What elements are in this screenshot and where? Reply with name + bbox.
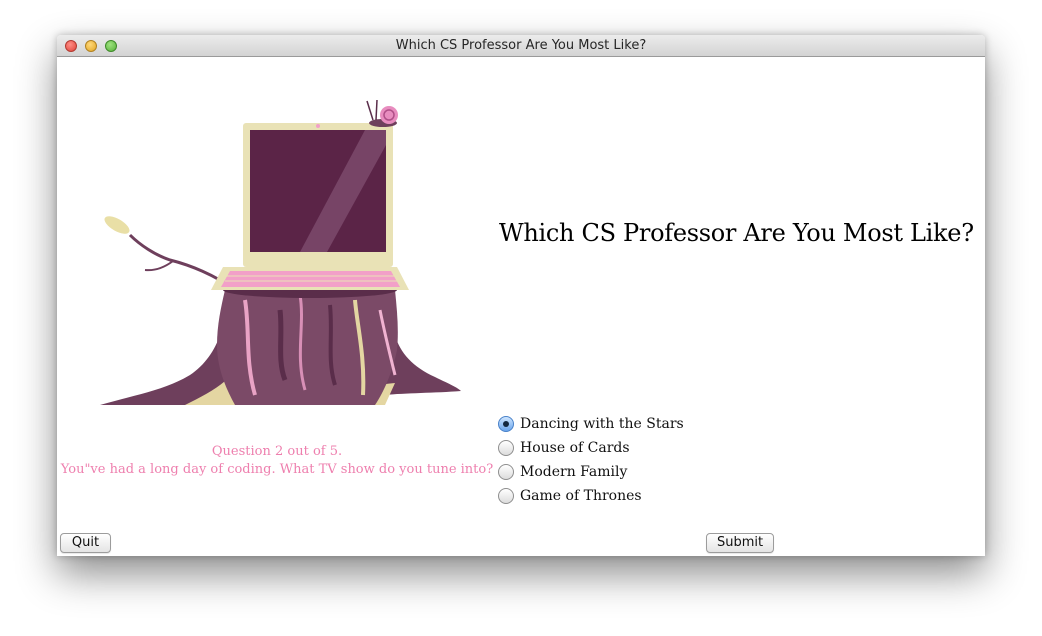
option-house-of-cards[interactable]: House of Cards	[498, 436, 684, 460]
option-label: House of Cards	[520, 440, 630, 456]
app-window: Which CS Professor Are You Most Like? Wh…	[57, 35, 985, 556]
radio-button[interactable]	[498, 488, 514, 504]
window-title: Which CS Professor Are You Most Like?	[395, 38, 647, 53]
quiz-content: Which CS Professor Are You Most Like? Qu…	[57, 57, 985, 556]
question-text: You"ve had a long day of coding. What TV…	[60, 462, 494, 477]
radio-button-selected[interactable]	[498, 416, 514, 432]
option-label: Game of Thrones	[520, 488, 642, 504]
quiz-heading: Which CS Professor Are You Most Like?	[499, 219, 974, 247]
option-label: Modern Family	[520, 464, 628, 480]
option-modern-family[interactable]: Modern Family	[498, 460, 684, 484]
answer-options: Dancing with the Stars House of Cards Mo…	[498, 412, 684, 508]
question-block: Question 2 out of 5. You"ve had a long d…	[57, 443, 497, 479]
title-bar[interactable]: Which CS Professor Are You Most Like?	[57, 35, 985, 57]
radio-button[interactable]	[498, 464, 514, 480]
option-dancing-with-the-stars[interactable]: Dancing with the Stars	[498, 412, 684, 436]
option-label: Dancing with the Stars	[520, 416, 684, 432]
submit-button[interactable]: Submit	[706, 533, 774, 553]
question-counter: Question 2 out of 5.	[211, 444, 343, 459]
option-game-of-thrones[interactable]: Game of Thrones	[498, 484, 684, 508]
radio-button[interactable]	[498, 440, 514, 456]
quit-button[interactable]: Quit	[60, 533, 111, 553]
laptop-stump-illustration	[100, 99, 461, 405]
